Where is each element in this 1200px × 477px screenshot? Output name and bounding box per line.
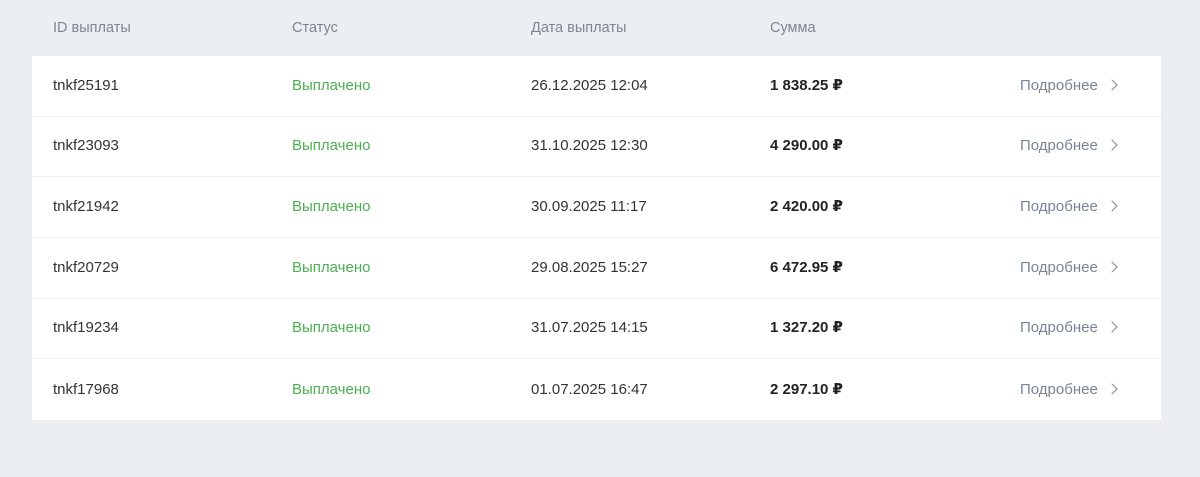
chevron-right-icon [1106,382,1118,395]
details-link[interactable]: Подробнее [1020,137,1118,155]
table-row: tnkf25191 Выплачено 26.12.2025 12:04 1 8… [32,56,1161,117]
payout-date: 31.10.2025 12:30 [531,137,648,155]
payout-date: 26.12.2025 12:04 [531,76,648,94]
payout-id: tnkf25191 [53,76,119,94]
payout-sum: 1 327.20 ₽ [770,319,843,337]
payout-sum: 6 472.95 ₽ [770,258,843,276]
header-sum: Сумма [770,20,816,36]
details-link[interactable]: Подробнее [1020,198,1118,216]
details-link[interactable]: Подробнее [1020,258,1118,277]
status-badge: Выплачено [292,258,371,276]
chevron-right-icon [1106,139,1118,152]
payout-date: 29.08.2025 15:27 [531,258,648,276]
payout-id: tnkf19234 [53,319,119,337]
chevron-right-icon [1106,321,1118,334]
status-badge: Выплачено [292,319,371,337]
chevron-right-icon [1106,200,1118,212]
details-link[interactable]: Подробнее [1020,319,1118,337]
header-date: Дата выплаты [531,20,627,36]
table-row: tnkf21942 Выплачено 30.09.2025 11:17 2 4… [32,177,1161,238]
table-row: tnkf19234 Выплачено 31.07.2025 14:15 1 3… [32,299,1161,360]
payout-sum: 2 420.00 ₽ [770,198,843,216]
table-header: ID выплаты Статус Дата выплаты Сумма [0,0,1200,56]
header-id: ID выплаты [53,20,131,36]
payouts-page: ID выплаты Статус Дата выплаты Сумма tnk… [0,0,1200,477]
payout-id: tnkf20729 [53,258,119,276]
payout-date: 30.09.2025 11:17 [531,198,647,216]
status-badge: Выплачено [292,76,371,94]
status-badge: Выплачено [292,380,371,398]
payout-date: 31.07.2025 14:15 [531,319,648,337]
payout-id: tnkf17968 [53,380,119,398]
payout-sum: 4 290.00 ₽ [770,137,843,155]
payout-sum: 1 838.25 ₽ [770,76,843,94]
details-label: Подробнее [1020,76,1098,94]
payout-id: tnkf23093 [53,137,119,155]
status-badge: Выплачено [292,137,371,155]
chevron-right-icon [1106,79,1118,91]
details-label: Подробнее [1020,380,1098,398]
details-label: Подробнее [1020,319,1098,337]
details-link[interactable]: Подробнее [1020,76,1118,95]
status-badge: Выплачено [292,198,371,216]
details-label: Подробнее [1020,137,1098,155]
payout-date: 01.07.2025 16:47 [531,380,648,398]
table-row: tnkf23093 Выплачено 31.10.2025 12:30 4 2… [32,117,1161,178]
header-status: Статус [292,20,338,36]
details-label: Подробнее [1020,198,1098,216]
payout-sum: 2 297.10 ₽ [770,380,843,398]
payouts-table: tnkf25191 Выплачено 26.12.2025 12:04 1 8… [32,56,1161,420]
details-label: Подробнее [1020,258,1098,276]
chevron-right-icon [1106,261,1118,273]
table-row: tnkf20729 Выплачено 29.08.2025 15:27 6 4… [32,238,1161,299]
payout-id: tnkf21942 [53,198,119,216]
table-row: tnkf17968 Выплачено 01.07.2025 16:47 2 2… [32,359,1161,420]
details-link[interactable]: Подробнее [1020,380,1118,399]
